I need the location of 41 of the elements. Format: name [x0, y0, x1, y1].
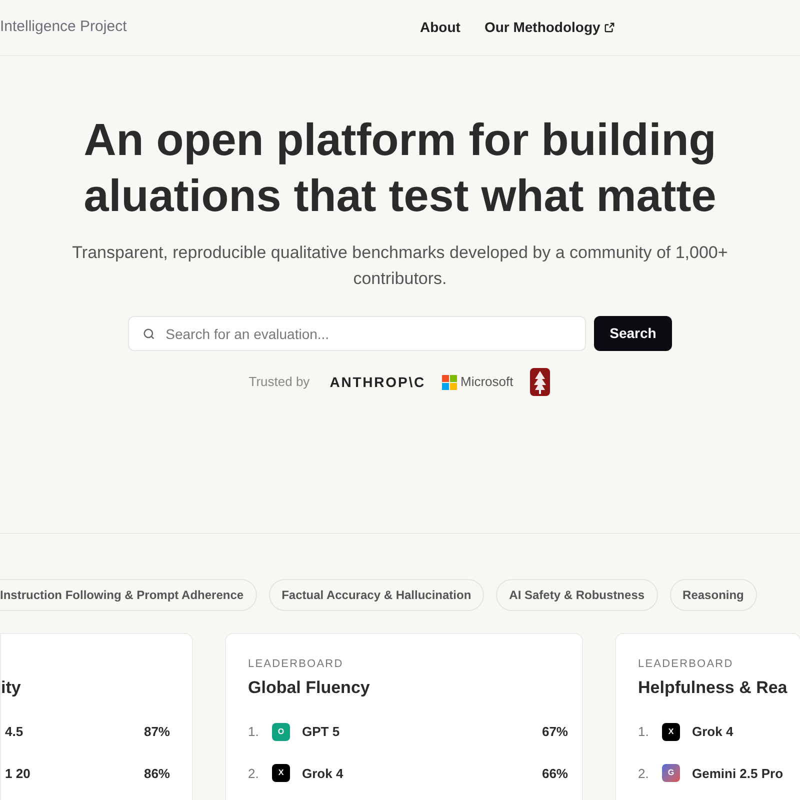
tree-shield-logo-icon [529, 367, 552, 397]
rank-number: 2. [248, 764, 260, 782]
rank-number: 1. [248, 723, 260, 741]
hero-subtitle: Transparent, reproducible qualitative benchmarks developed by a community of 1,000+ contributors. [71, 242, 729, 290]
model-name: GPT 5 [302, 723, 341, 741]
card-title: Helpfulness & Rea [638, 677, 788, 699]
model-logo-badge: G [662, 764, 680, 782]
model-name: Gemini 2.5 Pro [692, 764, 784, 782]
search-button[interactable]: Search [594, 316, 672, 351]
windows-squares-icon [442, 374, 457, 390]
category-chip[interactable]: Factual Accuracy & Hallucination [268, 579, 484, 611]
microsoft-logo: Microsoft [460, 373, 514, 392]
model-name: 4.5 [5, 723, 24, 741]
category-chip[interactable]: Reasoning [670, 579, 757, 611]
nav-link[interactable]: Our Methodology [484, 17, 616, 38]
external-link-icon [604, 22, 616, 33]
model-score: 67% [542, 723, 568, 741]
rank-number: 2. [638, 764, 650, 782]
model-logo-badge: X [272, 764, 290, 782]
nav-link[interactable]: About [420, 17, 460, 38]
model-score: 66% [542, 764, 568, 782]
model-name: Grok 4 [302, 764, 344, 782]
model-name: 1 20 [5, 764, 32, 782]
card-title: ity [1, 677, 21, 699]
card-title: Global Fluency [248, 677, 370, 699]
hero-headline: An open platform for building [84, 113, 716, 167]
search-field[interactable]: Search for an evaluation... [128, 316, 586, 351]
model-score: 86% [144, 764, 170, 782]
model-logo-badge: X [662, 722, 680, 741]
rank-number: 1. [638, 723, 650, 741]
model-logo-badge: O [272, 722, 290, 741]
model-score: 87% [144, 723, 170, 741]
anthropic-logo: ANTHROP\C [330, 372, 426, 392]
category-chip[interactable]: AI Safety & Robustness [496, 579, 658, 611]
hero-headline: aluations that test what matte [84, 169, 716, 223]
site-title[interactable]: Intelligence Project [0, 16, 420, 39]
card-eyebrow: LEADERBOARD [248, 657, 344, 672]
model-name: Grok 4 [692, 723, 734, 741]
trusted-label: Trusted by [248, 373, 310, 392]
category-chip[interactable]: Instruction Following & Prompt Adherence [0, 579, 257, 611]
card-eyebrow: LEADERBOARD [638, 657, 734, 672]
